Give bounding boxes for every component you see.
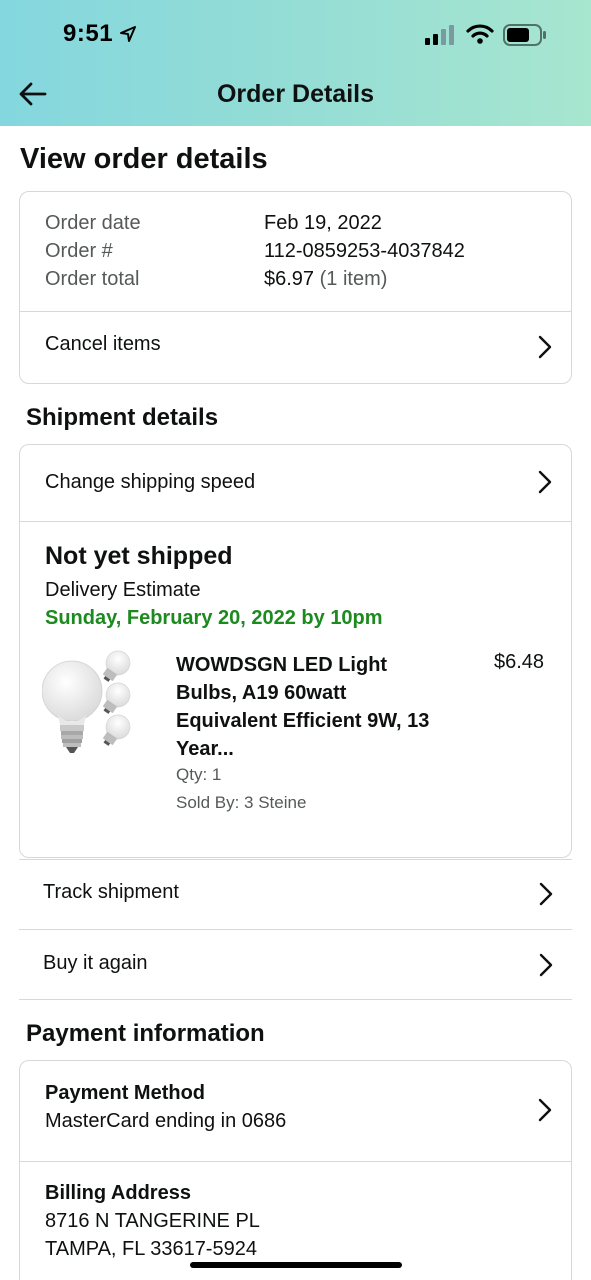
battery-icon [503,24,546,46]
cancel-items-row[interactable]: Cancel items [20,312,571,383]
change-shipping-speed-row[interactable]: Change shipping speed [20,445,571,521]
signal-bars-icon [425,25,454,45]
buy-it-again-label: Buy it again [43,952,148,974]
home-indicator [190,1262,402,1268]
payment-method-value: MasterCard ending in 0686 [45,1110,287,1132]
order-number-value: 112-0859253-4037842 [264,240,465,262]
order-summary-card: Order date Feb 19, 2022 Order # 112-0859… [19,191,572,384]
status-time: 9:51 [63,20,114,47]
track-shipment-row[interactable]: Track shipment [19,859,572,929]
order-date-label: Order date [45,212,141,234]
product-quantity: Qty: 1 [176,765,222,784]
row-divider [19,999,572,1000]
shipment-section-title: Shipment details [26,404,219,431]
app-header: 9:51 Order Details [0,0,591,126]
billing-address-line2: TAMPA, FL 33617-5924 [45,1238,257,1260]
chevron-right-icon [539,953,553,977]
product-title-link[interactable]: WOWDSGN LED Light Bulbs, A19 60watt Equi… [176,651,436,763]
order-date-value: Feb 19, 2022 [264,212,382,234]
chevron-right-icon [539,882,553,906]
order-item-count: (1 item) [319,268,388,290]
shipment-card: Change shipping speed Not yet shipped De… [19,444,572,858]
card-divider [20,1161,571,1162]
order-total-amount: $6.97 [264,268,315,290]
track-shipment-label: Track shipment [43,881,179,903]
payment-card: Payment Method MasterCard ending in 0686… [19,1060,572,1280]
product-seller: Sold By: 3 Steine [176,793,307,812]
order-total-value: $6.97 (1 item) [264,268,387,291]
shipment-status: Not yet shipped [45,542,233,570]
billing-address-line1: 8716 N TANGERINE PL [45,1210,260,1232]
chevron-right-icon [538,470,552,494]
delivery-date: Sunday, February 20, 2022 by 10pm [45,607,383,629]
wifi-icon [466,24,494,44]
payment-method-heading: Payment Method [45,1082,206,1104]
location-arrow-icon [120,26,136,42]
cancel-items-label: Cancel items [45,333,161,355]
change-shipping-speed-label: Change shipping speed [45,471,256,493]
billing-address-heading: Billing Address [45,1182,191,1204]
product-image[interactable] [42,645,146,757]
card-divider [20,521,571,522]
header-title: Order Details [216,80,374,108]
chevron-right-icon [538,1098,552,1122]
chevron-right-icon [538,335,552,359]
buy-it-again-row[interactable]: Buy it again [19,930,572,1000]
order-total-label: Order total [45,268,140,290]
payment-section-title: Payment information [26,1020,265,1047]
delivery-estimate-label: Delivery Estimate [45,579,201,601]
page-title: View order details [20,143,268,175]
order-number-label: Order # [45,240,113,262]
product-price: $6.48 [494,651,545,673]
payment-method-row[interactable]: Payment Method MasterCard ending in 0686 [20,1061,571,1161]
